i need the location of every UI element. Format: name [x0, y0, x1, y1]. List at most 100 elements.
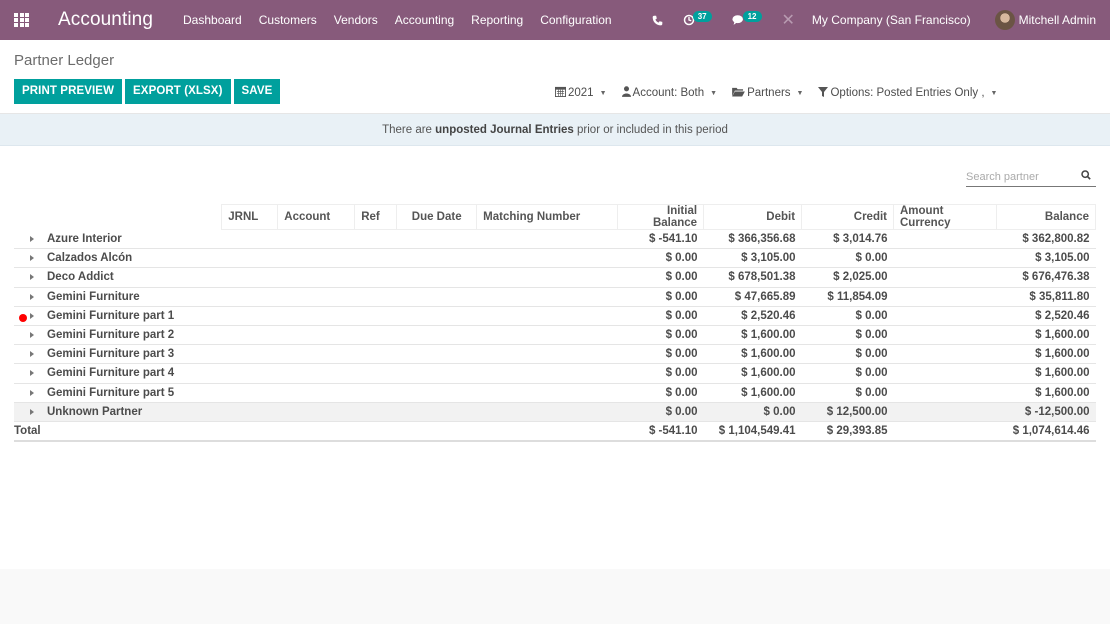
credit-cell: $ 3,014.76 — [801, 229, 894, 250]
expand-caret-icon[interactable] — [30, 332, 34, 338]
expand-caret-icon[interactable] — [30, 236, 34, 243]
calendar-icon — [555, 86, 566, 100]
debit-cell: $ 1,600.00 — [703, 325, 802, 346]
table-row[interactable]: Gemini Furniture part 5 $ 0.00 $ 1,600.00 $… — [14, 383, 1096, 403]
partner-name-cell[interactable]: Gemini Furniture part 1 — [14, 306, 618, 326]
balance-cell: $ 35,811.80 — [996, 287, 1096, 307]
amount-currency-cell — [893, 306, 997, 326]
expand-caret-icon[interactable] — [30, 312, 34, 319]
table-row[interactable]: Deco Addict $ 0.00 $ 678,501.38 $ 2,025.00 $… — [14, 267, 1096, 288]
options-filter[interactable]: Options: Posted Entries Only , ▼ — [818, 86, 997, 100]
caret-down-icon: ▼ — [599, 89, 607, 97]
expand-caret-icon[interactable] — [30, 255, 34, 262]
partner-name-cell[interactable]: Gemini Furniture part 3 — [14, 344, 618, 365]
apps-menu-icon[interactable] — [14, 13, 30, 27]
menu-dashboard[interactable]: Dashboard — [183, 13, 242, 27]
expand-caret-icon[interactable] — [30, 293, 34, 300]
expand-caret-icon[interactable] — [30, 408, 34, 415]
credit-cell: $ 11,854.09 — [801, 287, 894, 307]
total-balance: $ 1,074,614.46 — [996, 421, 1096, 442]
partner-name: Unknown Partner — [47, 405, 143, 418]
activity-icon[interactable]: 37 — [683, 11, 712, 26]
partner-name: Gemini Furniture — [47, 290, 140, 303]
total-initial-balance: $ -541.10 — [617, 421, 704, 442]
table-row[interactable]: Gemini Furniture part 1 $ 0.00 $ 2,520.46 $… — [14, 306, 1096, 326]
amount-currency-cell — [893, 383, 997, 403]
unposted-warning: There are unposted Journal Entries prior… — [0, 114, 1110, 146]
menu-vendors[interactable]: Vendors — [334, 13, 378, 27]
partner-ledger-table: JRNL Account Ref Due Date Matching Numbe… — [14, 204, 1097, 442]
partner-name-cell[interactable]: Deco Addict — [14, 267, 618, 288]
caret-down-icon: ▼ — [796, 89, 804, 97]
partner-name: Gemini Furniture part 3 — [47, 348, 175, 361]
menu-customers[interactable]: Customers — [259, 13, 317, 27]
table-row[interactable]: Gemini Furniture part 4 $ 0.00 $ 1,600.00 $… — [14, 363, 1096, 384]
initial-balance-cell: $ 0.00 — [617, 248, 704, 269]
search-icon[interactable] — [1081, 170, 1091, 180]
navbar-systray: 37 12 ✕ My Company (San Francisco) Mitch… — [652, 0, 1110, 40]
warning-text-pre: There are — [382, 124, 436, 136]
partner-name-cell[interactable]: Gemini Furniture part 2 — [14, 325, 618, 346]
table-row[interactable]: Gemini Furniture part 2 $ 0.00 $ 1,600.00 $… — [14, 325, 1096, 346]
partner-name: Gemini Furniture part 5 — [47, 386, 175, 399]
expand-caret-icon[interactable] — [30, 274, 34, 281]
amount-currency-cell — [893, 267, 997, 288]
table-row[interactable]: Unknown Partner $ 0.00 $ 0.00 $ 12,500.00 $ … — [14, 402, 1096, 422]
top-navbar: Accounting Dashboard Customers Vendors A… — [0, 0, 1110, 40]
search-partner-input[interactable] — [966, 168, 1071, 183]
expand-caret-icon[interactable] — [30, 351, 34, 358]
table-row[interactable]: Calzados Alcón $ 0.00 $ 3,105.00 $ 0.00 $ 3,… — [14, 248, 1096, 269]
balance-cell: $ 1,600.00 — [996, 363, 1096, 384]
report-filters: 2021 ▼ Account: Both ▼ Partners ▼ Option… — [555, 86, 1012, 100]
user-menu[interactable]: Mitchell Admin — [1019, 13, 1096, 27]
expand-caret-icon[interactable] — [30, 389, 34, 396]
partner-name-cell[interactable]: Azure Interior — [14, 229, 618, 250]
menu-configuration[interactable]: Configuration — [540, 13, 611, 27]
total-debit: $ 1,104,549.41 — [703, 421, 802, 442]
debit-cell: $ 1,600.00 — [703, 383, 802, 403]
table-header-row: JRNL Account Ref Due Date Matching Numbe… — [14, 204, 1097, 230]
partner-name-cell[interactable]: Gemini Furniture part 4 — [14, 363, 618, 384]
company-switcher[interactable]: My Company (San Francisco) — [812, 13, 971, 27]
partner-name-cell[interactable]: Unknown Partner — [14, 402, 618, 422]
export-xlsx-button[interactable]: EXPORT (XLSX) — [125, 79, 231, 104]
user-avatar[interactable] — [994, 10, 1015, 30]
account-filter[interactable]: Account: Both ▼ — [621, 86, 717, 100]
table-row[interactable]: Azure Interior $ -541.10 $ 366,356.68 $ 3,0… — [14, 229, 1096, 250]
balance-cell: $ 1,600.00 — [996, 344, 1096, 365]
amount-currency-cell — [893, 325, 997, 346]
messages-icon[interactable]: 12 — [732, 11, 762, 26]
partners-filter[interactable]: Partners ▼ — [732, 86, 803, 100]
initial-balance-cell: $ -541.10 — [617, 229, 704, 250]
print-preview-button[interactable]: PRINT PREVIEW — [14, 79, 123, 104]
menu-accounting[interactable]: Accounting — [395, 13, 454, 27]
total-credit: $ 29,393.85 — [801, 421, 894, 442]
caret-down-icon: ▼ — [990, 89, 998, 97]
menu-reporting[interactable]: Reporting — [471, 13, 523, 27]
warning-text-post: prior or included in this period — [573, 124, 728, 136]
expand-caret-icon[interactable] — [30, 370, 34, 377]
close-icon[interactable]: ✕ — [782, 10, 795, 30]
control-panel: Partner Ledger PRINT PREVIEW EXPORT (XLS… — [0, 40, 1110, 114]
balance-cell: $ 1,600.00 — [996, 383, 1096, 403]
partner-name-cell[interactable]: Calzados Alcón — [14, 248, 618, 269]
amount-currency-cell — [893, 344, 997, 365]
phone-icon[interactable] — [652, 15, 663, 26]
header-credit: Credit — [801, 204, 894, 230]
header-initial-balance: Initial Balance — [617, 204, 705, 230]
partner-name-cell[interactable]: Gemini Furniture — [14, 287, 618, 307]
partner-name-cell[interactable]: Gemini Furniture part 5 — [14, 383, 618, 403]
page-title: Partner Ledger — [14, 52, 115, 69]
partner-name: Gemini Furniture part 2 — [47, 329, 175, 342]
header-jrnl: JRNL — [221, 204, 279, 230]
partner-name: Gemini Furniture part 4 — [47, 367, 175, 380]
save-button[interactable]: SAVE — [233, 79, 281, 104]
table-row[interactable]: Gemini Furniture $ 0.00 $ 47,665.89 $ 11,85… — [14, 287, 1096, 307]
initial-balance-cell: $ 0.00 — [617, 383, 704, 403]
table-row[interactable]: Gemini Furniture part 3 $ 0.00 $ 1,600.00 $… — [14, 344, 1096, 365]
date-filter[interactable]: 2021 ▼ — [555, 86, 607, 100]
debit-cell: $ 678,501.38 — [703, 267, 802, 288]
header-account: Account — [277, 204, 356, 230]
app-brand[interactable]: Accounting — [58, 9, 153, 31]
warning-text-bold[interactable]: unposted Journal Entries — [435, 124, 574, 136]
